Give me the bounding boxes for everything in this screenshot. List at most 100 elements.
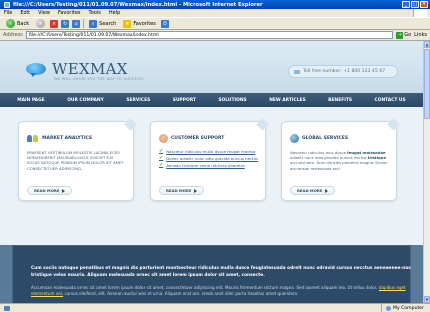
support-person-icon (159, 134, 168, 143)
intro-body-part: cursus eleifend, elit. Aenean auctor wis… (63, 291, 201, 297)
card-title-row: MARKET ANALYTICS (27, 134, 92, 143)
page-status-icon (4, 305, 10, 311)
card-heading: MARKET ANALYTICS (42, 136, 93, 141)
back-label: Back (17, 20, 30, 27)
intro-body-part: Accumsan malesuada ornec sit amet lorem … (31, 285, 379, 290)
search-label: Search (99, 20, 117, 27)
people-icon (27, 134, 39, 143)
card-body: Praesent vestibulum molestie lacinia ece… (27, 150, 124, 171)
list-item[interactable]: ✔ Donec odiolitr nunc odio gravida eurcus… (159, 155, 263, 162)
checkmark-icon: ✔ (159, 162, 164, 168)
forward-arrow-icon: › (36, 19, 46, 28)
card-heading: GLOBAL SERVICES (302, 136, 349, 141)
favorites-button[interactable]: ★ Favorites (121, 19, 158, 29)
back-button[interactable]: ‹ Back (4, 19, 31, 29)
favorites-star-icon: ★ (123, 19, 132, 28)
globe-icon (290, 134, 299, 143)
zone-label: My Computer (393, 305, 424, 311)
intro-section: Cum sociis natoque penatibus et magnis d… (12, 245, 411, 303)
menu-help[interactable]: Help (109, 10, 120, 16)
address-bar: Address file:///C:/Users/Testing/011/01.… (0, 30, 430, 41)
site-header: WEXMAX WE WILL SHOW YOU THE WAY TO SUCCE… (0, 41, 423, 93)
window-titlebar: file:///C:/Users/Testing/011/01.09.07/We… (0, 0, 430, 9)
vertical-scrollbar[interactable]: ▲ ▼ (423, 41, 430, 303)
search-button[interactable]: ⌕ Search (87, 19, 118, 29)
scroll-down-arrow-icon[interactable]: ▼ (424, 296, 430, 303)
list-item[interactable]: ✔ Nascetur ridiculus mulla dusce feugat m… (159, 148, 263, 155)
scroll-thumb[interactable] (424, 49, 430, 119)
intro-body-text: Accumsan malesuada ornec sit amet lorem … (31, 285, 416, 298)
feature-band: MARKET ANALYTICS Praesent vestibulum mol… (0, 107, 423, 245)
go-button[interactable]: → Go (396, 31, 411, 39)
read-more-button[interactable]: READ MORE (290, 186, 336, 195)
computer-icon (386, 305, 392, 311)
search-icon: ⌕ (89, 19, 98, 28)
arrow-right-icon (194, 188, 198, 193)
menu-tools[interactable]: Tools (89, 10, 101, 16)
arrow-right-icon (325, 188, 329, 193)
card-customer-support: CUSTOMER SUPPORT ✔ Nascetur ridiculus mul… (150, 121, 266, 201)
card-body-text: orci sed sem. Duis ultricies pharetra ma… (290, 160, 388, 171)
address-label: Address (3, 32, 23, 38)
phone-number: Toll free number: +1 800 123 45 67 (303, 69, 386, 74)
card-title-row: CUSTOMER SUPPORT (159, 134, 224, 143)
close-button[interactable]: × (420, 1, 428, 8)
window-title: file:///C:/Users/Testing/011/01.09.07/We… (13, 1, 263, 8)
list-item-link[interactable]: Donec odiolitr nunc odio gravida eurcus … (166, 155, 258, 162)
phone-icon (294, 69, 300, 74)
favorites-label: Favorites (133, 20, 156, 27)
refresh-icon[interactable]: ↻ (61, 19, 70, 28)
site-logo[interactable]: WEXMAX (52, 60, 128, 78)
status-bar: My Computer (0, 303, 430, 312)
card-body: Nascetur ridiculus mus dusce feugat male… (290, 150, 390, 171)
arrow-right-icon (62, 188, 66, 193)
go-arrow-icon: → (396, 31, 404, 39)
speech-bubble-logo-icon (26, 63, 46, 77)
toolbar-separator (83, 19, 85, 28)
nav-contact-us[interactable]: CONTACT US (375, 98, 406, 103)
nav-new-articles[interactable]: NEW ARTICLES (269, 98, 305, 103)
scroll-up-arrow-icon[interactable]: ▲ (424, 41, 430, 48)
checkmark-icon: ✔ (159, 155, 164, 161)
card-global-services: GLOBAL SERVICES Nascetur ridiculus mus d… (281, 121, 397, 201)
page-viewport[interactable]: WEXMAX WE WILL SHOW YOU THE WAY TO SUCCE… (0, 41, 423, 303)
checkmark-icon: ✔ (159, 148, 164, 154)
site-tagline: WE WILL SHOW YOU THE WAY TO SUCCESS! (54, 77, 145, 81)
nav-services[interactable]: SERVICES (126, 98, 150, 103)
read-more-label: READ MORE (297, 188, 323, 193)
address-input[interactable]: file:///C:/Users/Testing/011/01.09.07/We… (25, 31, 394, 39)
nav-main-page[interactable]: MAIN PAGE (17, 98, 44, 103)
phone-banner: Toll free number: +1 800 123 45 67 (288, 65, 398, 78)
ie-icon (4, 1, 10, 8)
minimize-button[interactable]: _ (402, 1, 410, 8)
window-controls: _ □ × (402, 1, 428, 8)
browser-toolbar: ‹ Back › × ↻ ⌂ ⌕ Search ★ Favorites ⏱ (0, 17, 430, 30)
nav-support[interactable]: SUPPORT (173, 98, 196, 103)
menu-view[interactable]: View (38, 10, 50, 16)
menu-file[interactable]: File (4, 10, 12, 16)
card-market-analytics: MARKET ANALYTICS Praesent vestibulum mol… (18, 121, 134, 201)
menu-edit[interactable]: Edit (20, 10, 30, 16)
stop-icon[interactable]: × (50, 19, 59, 28)
nav-benefits[interactable]: BENEFITS (328, 98, 352, 103)
list-item[interactable]: ✔ Aenean tristique sema ultricies pharetr… (159, 162, 263, 169)
windows-logo-icon (413, 9, 427, 17)
maximize-button[interactable]: □ (411, 1, 419, 8)
menu-favorites[interactable]: Favorites (58, 10, 81, 16)
read-more-button[interactable]: READ MORE (27, 186, 73, 195)
card-heading: CUSTOMER SUPPORT (171, 136, 225, 141)
list-item-link[interactable]: Aenean tristique sema ultricies pharetra (166, 162, 245, 169)
home-icon[interactable]: ⌂ (72, 19, 81, 28)
main-nav: MAIN PAGE OUR COMPANY SERVICES SUPPORT S… (0, 93, 423, 107)
history-icon[interactable]: ⏱ (160, 19, 169, 28)
read-more-button[interactable]: READ MORE (159, 186, 205, 195)
links-button[interactable]: Links (414, 32, 427, 38)
intro-body-part: sreeb anet diler porta hasellus amet que… (201, 291, 299, 297)
list-item-link[interactable]: Nascetur ridiculus mulla dusce feugat ma… (166, 148, 255, 155)
intro-heading-text: Cum sociis natoque penatibus et magnis d… (31, 266, 411, 278)
forward-button[interactable]: › (34, 19, 47, 29)
nav-our-company[interactable]: OUR COMPANY (67, 98, 104, 103)
nav-solutions[interactable]: SOLUTIONS (218, 98, 246, 103)
security-zone: My Computer (381, 303, 430, 312)
back-arrow-icon: ‹ (6, 19, 15, 28)
